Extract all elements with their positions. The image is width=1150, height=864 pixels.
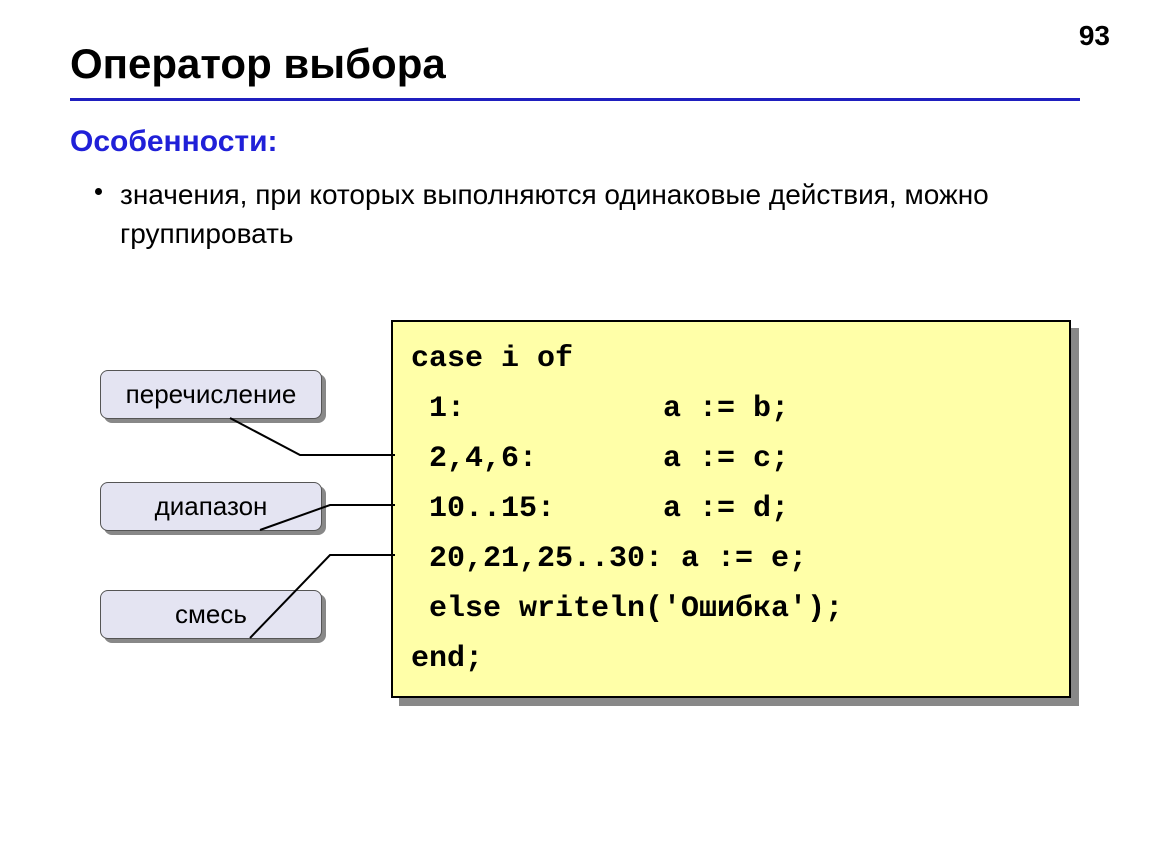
code-line-2: 1: a := b; [411,392,789,426]
code-line-3: 2,4,6: a := c; [411,442,789,476]
code-line-1: case i of [411,342,573,376]
code-line-7: end; [411,642,483,676]
title-underline [70,98,1080,101]
code-line-5: 20,21,25..30: a := e; [411,542,807,576]
code-line-4: 10..15: a := d; [411,492,789,526]
bullet-dot-icon [95,188,102,195]
callout-range: диапазон [100,482,322,531]
callout-mix: смесь [100,590,322,639]
code-box: case i of 1: a := b; 2,4,6: a := c; 10..… [391,320,1071,698]
subheading: Особенности: [70,125,278,159]
slide-title: Оператор выбора [70,40,446,88]
code-line-6: else writeln('Ошибка'); [411,592,843,626]
slide: 93 Оператор выбора Особенности: значения… [0,0,1150,864]
bullet-text: значения, при которых выполняются одинак… [120,179,989,249]
page-number: 93 [1079,20,1110,52]
bullet-item: значения, при которых выполняются одинак… [120,175,1150,253]
callout-enumeration: перечисление [100,370,322,419]
